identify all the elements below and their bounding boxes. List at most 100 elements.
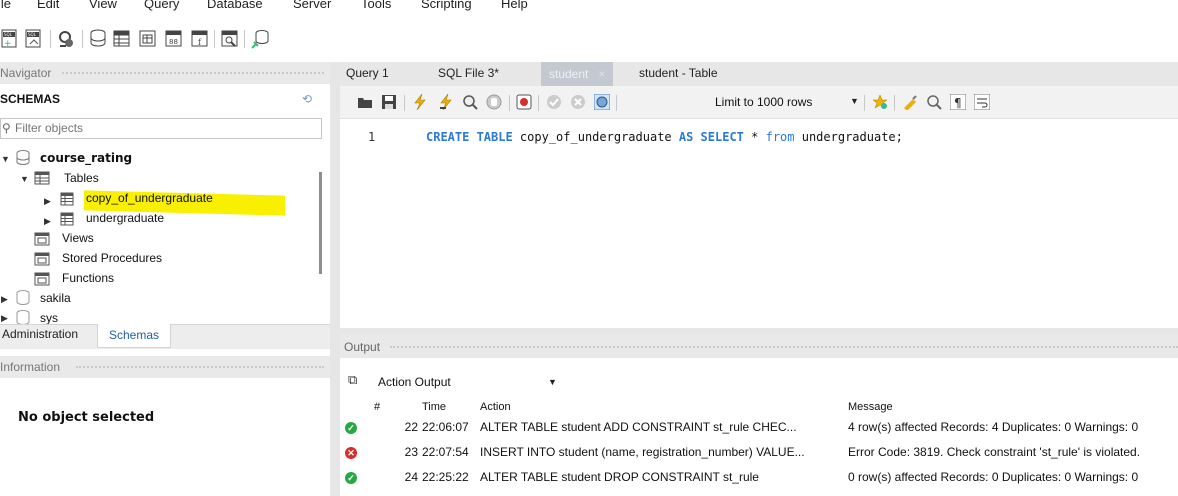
menu-tools[interactable]: Tools — [361, 0, 391, 11]
header-grip — [62, 72, 324, 74]
functions-node[interactable]: Functions — [62, 271, 114, 285]
menu-file[interactable]: ile — [0, 0, 11, 11]
menu-database[interactable]: Database — [207, 0, 263, 11]
row-action: ALTER TABLE student ADD CONSTRAINT st_ru… — [480, 419, 797, 434]
execute-current-icon[interactable] — [438, 94, 454, 110]
execute-icon[interactable] — [412, 94, 428, 110]
expand-arrow-icon[interactable]: ▼ — [20, 174, 29, 184]
navigator-panel: Navigator SCHEMAS ⟲ ⚲ ▼ course_rating ▼ … — [0, 62, 330, 496]
keyword: AS SELECT — [678, 130, 744, 144]
expand-arrow-icon[interactable]: ▶ — [1, 294, 8, 305]
tab-schemas[interactable]: Schemas — [97, 324, 171, 348]
toolbar-separator — [864, 95, 865, 111]
row-action: INSERT INTO student (name, registration_… — [480, 444, 805, 459]
table-row[interactable]: ✓ 22 22:06:07 ALTER TABLE student ADD CO… — [340, 414, 1178, 439]
refresh-icon[interactable]: ⟲ — [302, 92, 312, 106]
create-table-icon[interactable] — [112, 28, 132, 50]
tab-administration[interactable]: Administration — [0, 327, 80, 341]
menu-help[interactable]: Help — [501, 0, 528, 11]
reconnect-icon[interactable] — [250, 28, 270, 50]
find-icon[interactable] — [926, 94, 942, 110]
tables-folder-icon — [34, 171, 50, 185]
tab-student[interactable]: student × — [541, 62, 614, 86]
tables-node[interactable]: Tables — [64, 171, 99, 185]
limit-rows-select[interactable]: Limit to 1000 rows — [715, 95, 812, 109]
schema-sakila[interactable]: sakila — [40, 291, 71, 305]
table-undergraduate[interactable]: undergraduate — [86, 211, 164, 225]
row-number: 23 — [404, 444, 418, 459]
save-icon[interactable] — [381, 94, 397, 110]
vertical-splitter[interactable] — [330, 62, 340, 496]
menu-edit[interactable]: Edit — [37, 0, 59, 11]
table-row[interactable]: ✕ 23 22:07:54 INSERT INTO student (name,… — [340, 439, 1178, 464]
line-number: 1 — [368, 130, 376, 144]
row-time: 22:06:07 — [422, 419, 469, 434]
error-icon: ✕ — [345, 446, 357, 459]
create-function-icon[interactable]: f — [190, 28, 210, 50]
rollback-icon[interactable] — [570, 94, 586, 110]
beautify-icon[interactable] — [902, 94, 918, 110]
menu-query[interactable]: Query — [144, 0, 179, 11]
sql-statement[interactable]: CREATE TABLE copy_of_undergraduate AS SE… — [426, 130, 903, 144]
create-procedure-icon[interactable]: 88 — [164, 28, 184, 50]
toolbar-separator — [214, 30, 215, 48]
column-header[interactable]: Message — [848, 400, 1178, 414]
column-header[interactable]: Action — [480, 400, 848, 414]
tree-scrollbar[interactable] — [319, 172, 322, 274]
copy-icon[interactable]: ⧉ — [348, 372, 357, 388]
row-number: 22 — [404, 419, 418, 434]
expand-arrow-icon[interactable]: ▶ — [44, 216, 51, 227]
chevron-down-icon[interactable]: ▼ — [548, 377, 557, 387]
menu-view[interactable]: View — [89, 0, 117, 11]
commit-icon[interactable] — [546, 94, 562, 110]
schema-course-rating[interactable]: course_rating — [40, 151, 132, 165]
column-header[interactable]: # — [368, 400, 418, 414]
table-copy-of-undergraduate[interactable]: copy_of_undergraduate — [86, 191, 213, 205]
search-table-data-icon[interactable] — [220, 28, 240, 50]
views-node[interactable]: Views — [62, 231, 94, 245]
open-folder-icon[interactable] — [357, 94, 373, 110]
inspector-icon[interactable] — [56, 28, 76, 50]
row-message: 0 row(s) affected Records: 0 Duplicates:… — [848, 469, 1139, 484]
output-type-select[interactable]: Action Output — [378, 375, 451, 389]
toolbar-separator — [50, 30, 51, 48]
menu-server[interactable]: Server — [293, 0, 331, 11]
expand-arrow-icon[interactable]: ▶ — [44, 196, 51, 207]
tab-student-label: student — [549, 67, 589, 81]
table-row[interactable]: ✓ 24 22:25:22 ALTER TABLE student DROP C… — [340, 464, 1178, 489]
chevron-down-icon[interactable]: ▼ — [850, 96, 859, 106]
toggle-continue-on-error-icon[interactable] — [516, 94, 532, 110]
new-sql-tab-icon[interactable]: SQL + — [0, 28, 20, 50]
menu-scripting[interactable]: Scripting — [421, 0, 472, 11]
add-snippet-icon[interactable] — [872, 94, 888, 110]
open-sql-script-icon[interactable]: SQL — [24, 28, 44, 50]
tree-clip: ▶ sys — [0, 310, 330, 324]
editor-area: Query 1 SQL File 3* student × student - T… — [340, 62, 1178, 496]
tab-query-1[interactable]: Query 1 — [346, 66, 389, 80]
tab-student-table[interactable]: student - Table — [639, 66, 718, 80]
toolbar-separator — [538, 95, 539, 111]
word-wrap-icon[interactable] — [974, 94, 990, 110]
close-icon[interactable]: × — [598, 67, 605, 81]
sql-editor[interactable]: 1 CREATE TABLE copy_of_undergraduate AS … — [340, 120, 1178, 320]
filter-box: ⚲ — [0, 118, 322, 139]
expand-arrow-icon[interactable]: ▼ — [1, 154, 10, 164]
invisible-chars-icon[interactable]: ¶ — [950, 94, 966, 110]
stored-procedures-node[interactable]: Stored Procedures — [62, 251, 162, 265]
tab-sql-file-3[interactable]: SQL File 3* — [438, 66, 499, 80]
identifier: undergraduate; — [794, 130, 903, 144]
no-object-label: No object selected — [18, 410, 155, 425]
output-header: Output — [340, 334, 1178, 358]
stop-icon[interactable] — [486, 94, 502, 110]
expand-arrow-icon[interactable]: ▶ — [1, 313, 8, 324]
auto-commit-icon[interactable] — [594, 94, 610, 110]
table-icon — [60, 212, 74, 226]
create-schema-icon[interactable] — [88, 28, 108, 50]
column-header[interactable]: Time — [418, 400, 480, 414]
filter-objects-input[interactable] — [15, 121, 305, 135]
keyword: CREATE TABLE — [426, 130, 513, 144]
main-toolbar: SQL + SQL 88 f — [0, 22, 1178, 62]
create-view-icon[interactable] — [138, 28, 158, 50]
explain-icon[interactable] — [462, 94, 478, 110]
schema-sys[interactable]: sys — [40, 311, 58, 324]
